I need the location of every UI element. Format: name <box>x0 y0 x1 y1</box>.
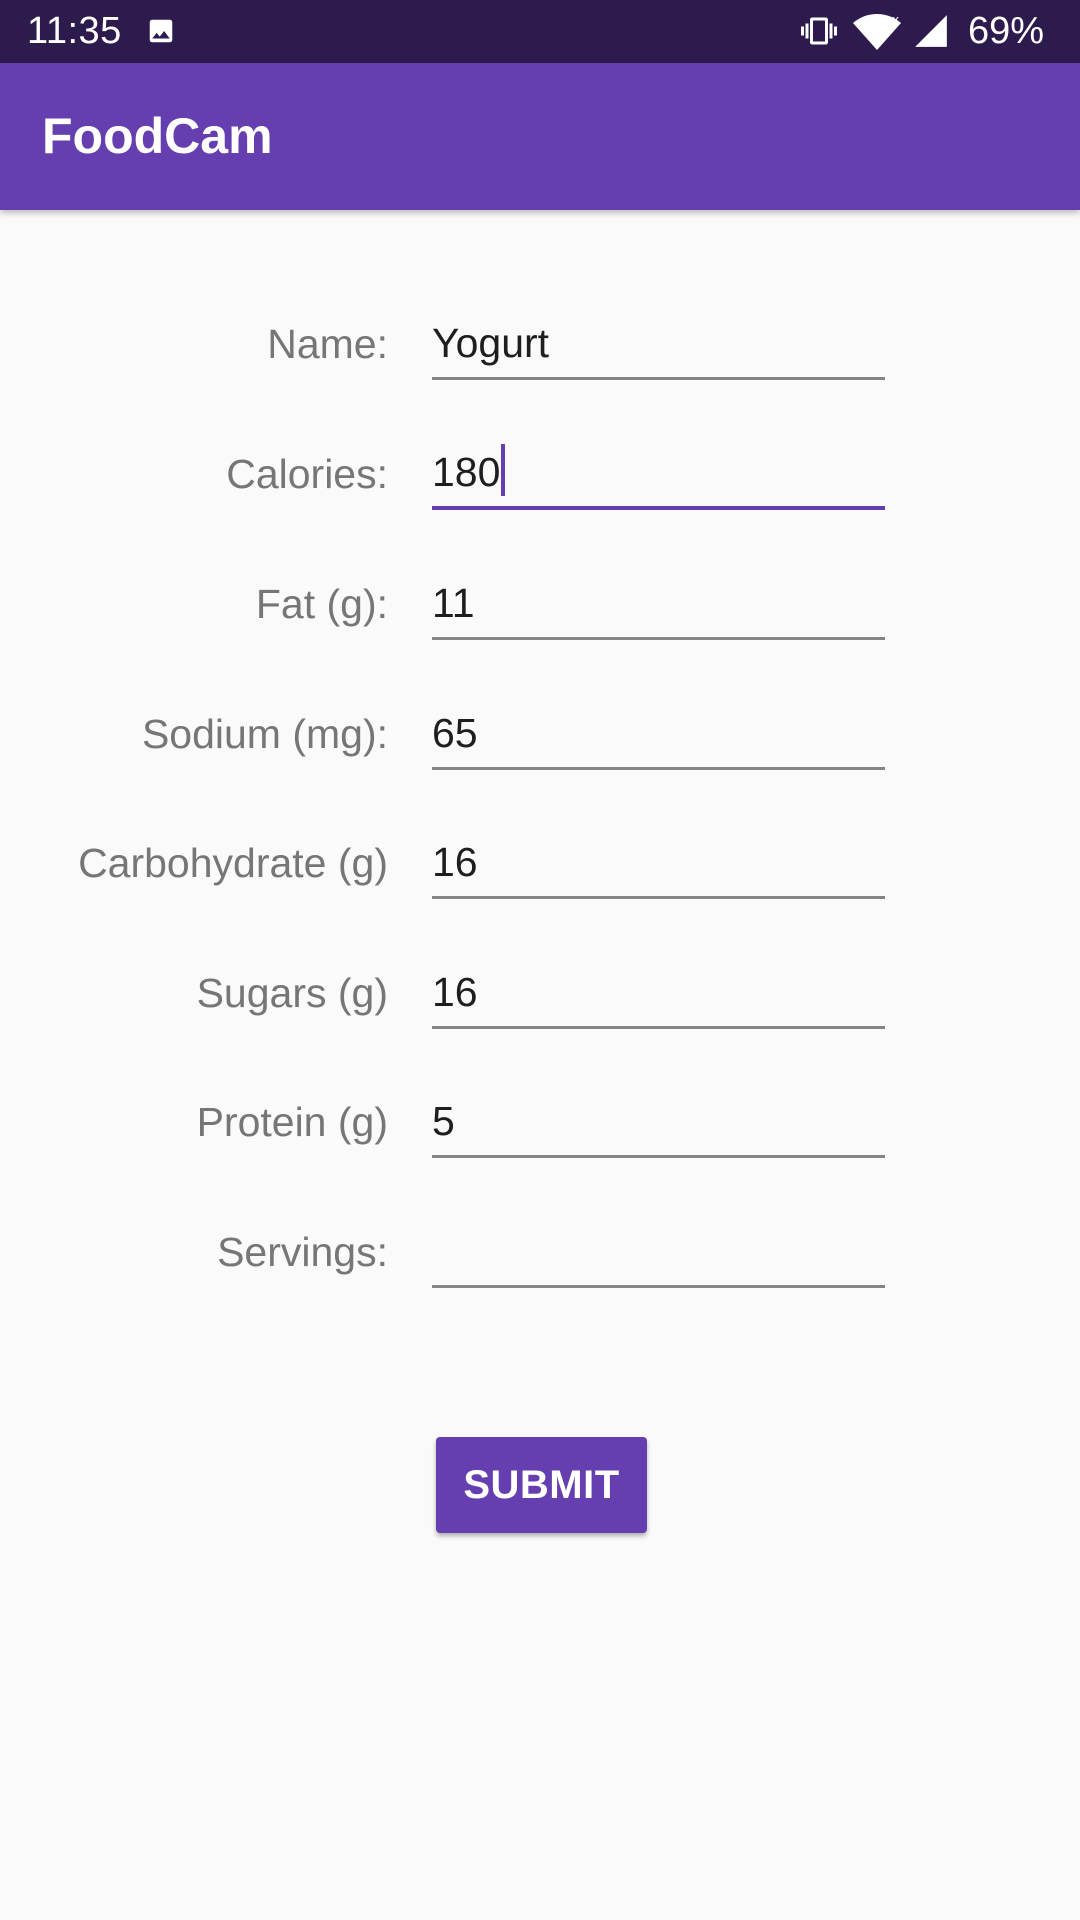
fat-label: Fat (g): <box>255 581 388 627</box>
status-bar: 11:35 x 69% <box>0 0 1080 63</box>
calories-label: Calories: <box>226 451 388 497</box>
status-time: 11:35 <box>27 10 122 52</box>
calories-value: 180 <box>432 449 501 495</box>
signal-icon <box>915 15 947 47</box>
fat-value: 11 <box>432 580 475 626</box>
text-cursor <box>501 444 506 496</box>
sodium-field[interactable]: 65 <box>432 690 885 770</box>
form-row-name: Name: Yogurt <box>0 300 1080 380</box>
svg-text:x: x <box>892 13 899 27</box>
name-label: Name: <box>267 321 388 367</box>
sodium-label: Sodium (mg): <box>141 711 388 757</box>
calories-value-wrap: 180 <box>432 444 506 496</box>
app-bar: FoodCam <box>0 63 1080 210</box>
form-row-sugars: Sugars (g) 16 <box>0 949 1080 1029</box>
carbohydrate-label: Carbohydrate (g) <box>78 840 388 886</box>
form-row-calories: Calories: 180 <box>0 430 1080 510</box>
protein-value: 5 <box>432 1098 455 1144</box>
carbohydrate-field[interactable]: 16 <box>432 819 885 899</box>
sugars-field[interactable]: 16 <box>432 949 885 1029</box>
form-row-servings: Servings: <box>0 1208 1080 1288</box>
protein-label: Protein (g) <box>196 1099 388 1145</box>
form-row-protein: Protein (g) 5 <box>0 1078 1080 1158</box>
form-row-carbohydrate: Carbohydrate (g) 16 <box>0 819 1080 899</box>
vibrate-icon <box>801 17 837 45</box>
sugars-label: Sugars (g) <box>196 970 388 1016</box>
image-icon <box>149 19 173 43</box>
form-row-sodium: Sodium (mg): 65 <box>0 690 1080 770</box>
sodium-value: 65 <box>432 710 478 756</box>
submit-button[interactable]: SUBMIT <box>436 1437 647 1533</box>
servings-label: Servings: <box>217 1229 388 1275</box>
name-value: Yogurt <box>432 320 550 366</box>
protein-field[interactable]: 5 <box>432 1078 885 1158</box>
name-field[interactable]: Yogurt <box>432 300 885 380</box>
fat-field[interactable]: 11 <box>432 560 885 640</box>
battery-level: 69% <box>968 10 1045 52</box>
wifi-icon: x <box>853 13 901 50</box>
servings-field[interactable] <box>432 1208 885 1288</box>
sugars-value: 16 <box>432 969 478 1015</box>
form-row-fat: Fat (g): 11 <box>0 560 1080 640</box>
carbohydrate-value: 16 <box>432 839 478 885</box>
app-title: FoodCam <box>42 108 273 164</box>
calories-field[interactable]: 180 <box>432 430 885 510</box>
